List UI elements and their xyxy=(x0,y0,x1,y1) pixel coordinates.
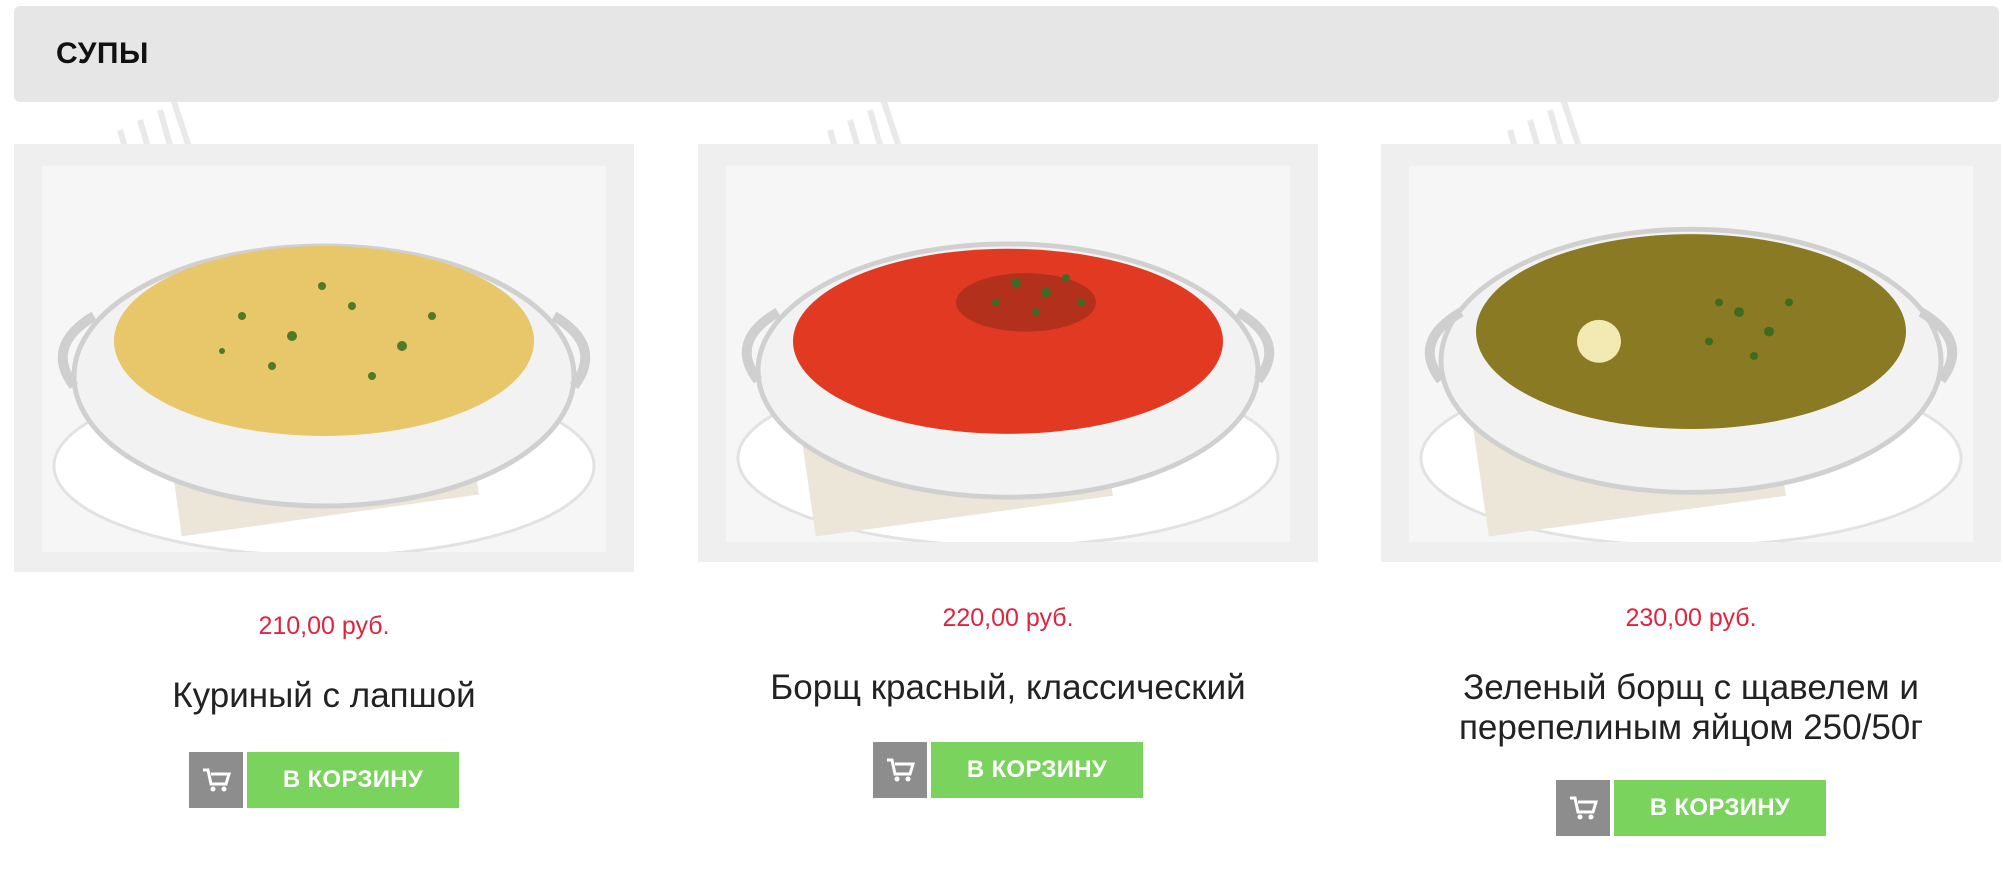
product-price: 220,00 руб. xyxy=(942,604,1074,632)
add-to-cart-button[interactable]: В КОРЗИНУ xyxy=(1614,780,1826,836)
add-to-cart-group: В КОРЗИНУ xyxy=(14,752,634,808)
product-name[interactable]: Борщ красный, классический xyxy=(698,668,1318,708)
soup-bowl-image xyxy=(52,243,596,552)
product-photo[interactable] xyxy=(726,166,1290,542)
product-photo-area xyxy=(1381,144,2001,562)
add-to-cart-group: В КОРЗИНУ xyxy=(1381,780,2001,836)
product-name[interactable]: Куриный с лапшой xyxy=(14,676,634,716)
add-to-cart-button[interactable]: В КОРЗИНУ xyxy=(931,742,1143,798)
product-photo[interactable] xyxy=(1409,166,1973,542)
cart-icon xyxy=(887,758,915,782)
cart-icon xyxy=(1570,796,1598,820)
cart-icon xyxy=(203,768,231,792)
product-name[interactable]: Зеленый борщ с щавелем и перепелиным яйц… xyxy=(1381,668,2001,748)
product-price: 230,00 руб. xyxy=(1625,604,1757,632)
product-photo[interactable] xyxy=(42,166,606,552)
soup-bowl-image xyxy=(736,241,1280,542)
cart-icon-button[interactable] xyxy=(873,742,927,798)
product-price: 210,00 руб. xyxy=(258,612,390,640)
category-title: СУПЫ xyxy=(56,37,149,70)
product-card: 210,00 руб. Куриный с лапшой В КОРЗИНУ xyxy=(14,144,634,882)
product-card: 230,00 руб. Зеленый борщ с щавелем и пер… xyxy=(1381,144,2001,882)
add-to-cart-group: В КОРЗИНУ xyxy=(698,742,1318,798)
category-header: СУПЫ xyxy=(14,6,1999,102)
soup-bowl-image xyxy=(1419,226,1963,542)
product-photo-area xyxy=(14,144,634,572)
product-card: 220,00 руб. Борщ красный, классический В… xyxy=(698,144,1318,882)
cart-icon-button[interactable] xyxy=(1556,780,1610,836)
product-photo-area xyxy=(698,144,1318,562)
add-to-cart-button[interactable]: В КОРЗИНУ xyxy=(247,752,459,808)
cart-icon-button[interactable] xyxy=(189,752,243,808)
